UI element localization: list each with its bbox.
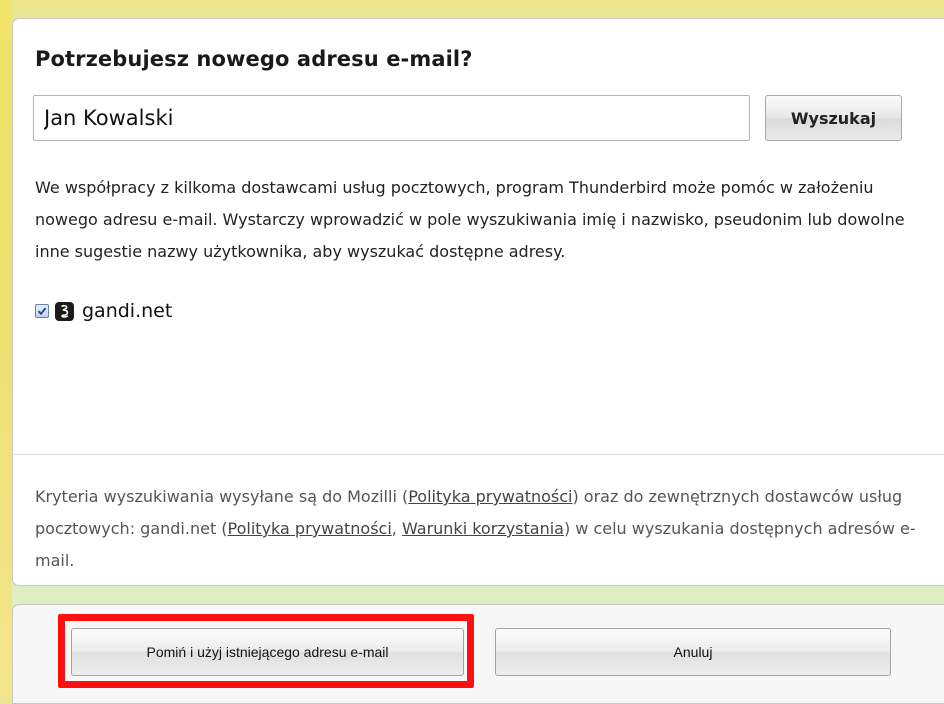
search-button[interactable]: Wyszukaj <box>765 95 902 141</box>
window-edge <box>0 0 12 695</box>
privacy-text: , <box>391 519 402 538</box>
description-text: We współpracy z kilkoma dostawcami usług… <box>35 178 905 261</box>
provider-label: gandi.net <box>82 300 173 322</box>
cancel-button[interactable]: Anuluj <box>495 628 891 676</box>
checkmark-icon <box>37 307 47 316</box>
mozilla-privacy-link[interactable]: Polityka prywatności <box>408 487 572 506</box>
new-email-panel: Potrzebujesz nowego adresu e-mail? Wyszu… <box>12 18 944 586</box>
gandi-terms-link[interactable]: Warunki korzystania <box>402 519 564 538</box>
skip-use-existing-button[interactable]: Pomiń i użyj istniejącego adresu e-mail <box>71 628 464 676</box>
privacy-text: Kryteria wyszukiwania wysyłane są do Moz… <box>35 487 409 506</box>
privacy-notice: Kryteria wyszukiwania wysyłane są do Moz… <box>35 481 935 577</box>
provider-item-gandi: gandi.net <box>35 299 172 323</box>
divider <box>13 454 944 455</box>
gandi-privacy-link[interactable]: Polityka prywatności <box>228 519 392 538</box>
gandi-logo-icon <box>55 301 74 321</box>
dialog-heading: Potrzebujesz nowego adresu e-mail? <box>35 47 473 71</box>
provider-checkbox[interactable] <box>35 304 49 318</box>
name-search-input[interactable] <box>33 95 750 141</box>
